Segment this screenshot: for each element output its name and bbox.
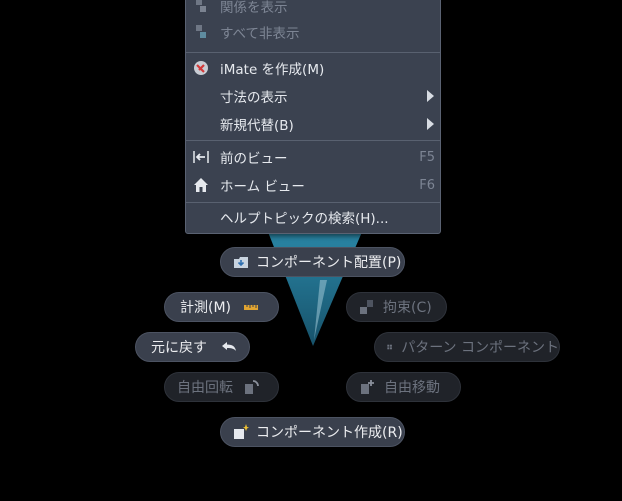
menu-item-shortcut: F5 xyxy=(419,149,435,165)
menu-item-label: ヘルプトピックの検索(H)... xyxy=(220,211,389,227)
pattern-component-button[interactable]: パターン コンポーネント xyxy=(374,332,560,362)
menu-item-shortcut: F6 xyxy=(419,177,435,193)
place-component-button[interactable]: コンポーネント配置(P) xyxy=(220,247,405,277)
constrain-button[interactable]: 拘束(C) xyxy=(346,292,447,322)
create-component-button[interactable]: コンポーネント作成(R) xyxy=(220,417,405,447)
menu-item-hide-all[interactable]: すべて非表示 xyxy=(186,19,440,45)
home-icon xyxy=(194,178,208,192)
place-component-icon xyxy=(234,257,248,268)
hide-all-icon xyxy=(196,25,206,38)
menu-item-label: 関係を表示 xyxy=(220,0,288,16)
measure-button[interactable]: 計測(M) xyxy=(164,292,279,322)
menu-item-label: ホーム ビュー xyxy=(220,179,305,195)
pill-label: 自由移動 xyxy=(384,380,440,396)
menu-item-label: iMate を作成(M) xyxy=(220,62,325,78)
free-move-button[interactable]: 自由移動 xyxy=(346,372,461,402)
pill-label: パターン コンポーネント xyxy=(401,340,559,356)
free-rotate-icon xyxy=(245,380,259,394)
ruler-icon xyxy=(244,305,259,310)
menu-item-dimension-display[interactable]: 寸法の表示 xyxy=(186,83,440,109)
menu-item-label: すべて非表示 xyxy=(220,26,300,42)
menu-item-search-help[interactable]: ヘルプトピックの検索(H)... xyxy=(186,204,440,230)
submenu-arrow-icon xyxy=(427,118,434,130)
previous-view-icon xyxy=(193,151,209,163)
menu-separator xyxy=(186,140,440,141)
pill-label: コンポーネント配置(P) xyxy=(256,255,402,271)
menu-separator xyxy=(186,202,440,203)
menu-item-label: 前のビュー xyxy=(220,151,288,167)
free-rotate-button[interactable]: 自由回転 xyxy=(164,372,279,402)
menu-item-previous-view[interactable]: 前のビュー F5 xyxy=(186,144,440,170)
pill-label: 元に戻す xyxy=(151,340,207,356)
constrain-icon xyxy=(360,300,373,314)
menu-item-home-view[interactable]: ホーム ビュー F6 xyxy=(186,172,440,198)
pill-label: 拘束(C) xyxy=(383,300,432,316)
pill-label: 計測(M) xyxy=(180,300,232,316)
menu-item-label: 新規代替(B) xyxy=(220,118,294,134)
pill-label: コンポーネント作成(R) xyxy=(256,425,403,441)
context-menu: 関係を表示 すべて非表示 iMate を作成(M) 寸法の表示 新規代替(B) … xyxy=(185,0,441,234)
pill-label: 自由回転 xyxy=(177,380,233,396)
menu-item-create-imate[interactable]: iMate を作成(M) xyxy=(186,55,440,81)
menu-separator xyxy=(186,52,440,53)
undo-arrow-icon xyxy=(222,342,236,351)
menu-item-show-relations[interactable]: 関係を表示 xyxy=(186,0,440,19)
create-component-icon xyxy=(234,424,249,439)
submenu-arrow-icon xyxy=(427,90,434,102)
free-move-icon xyxy=(361,380,374,394)
show-relations-icon xyxy=(196,0,206,12)
imate-icon xyxy=(194,61,208,75)
undo-button[interactable]: 元に戻す xyxy=(135,332,250,362)
pattern-icon xyxy=(387,344,392,350)
menu-item-new-substitute[interactable]: 新規代替(B) xyxy=(186,111,440,137)
menu-item-label: 寸法の表示 xyxy=(220,90,288,106)
